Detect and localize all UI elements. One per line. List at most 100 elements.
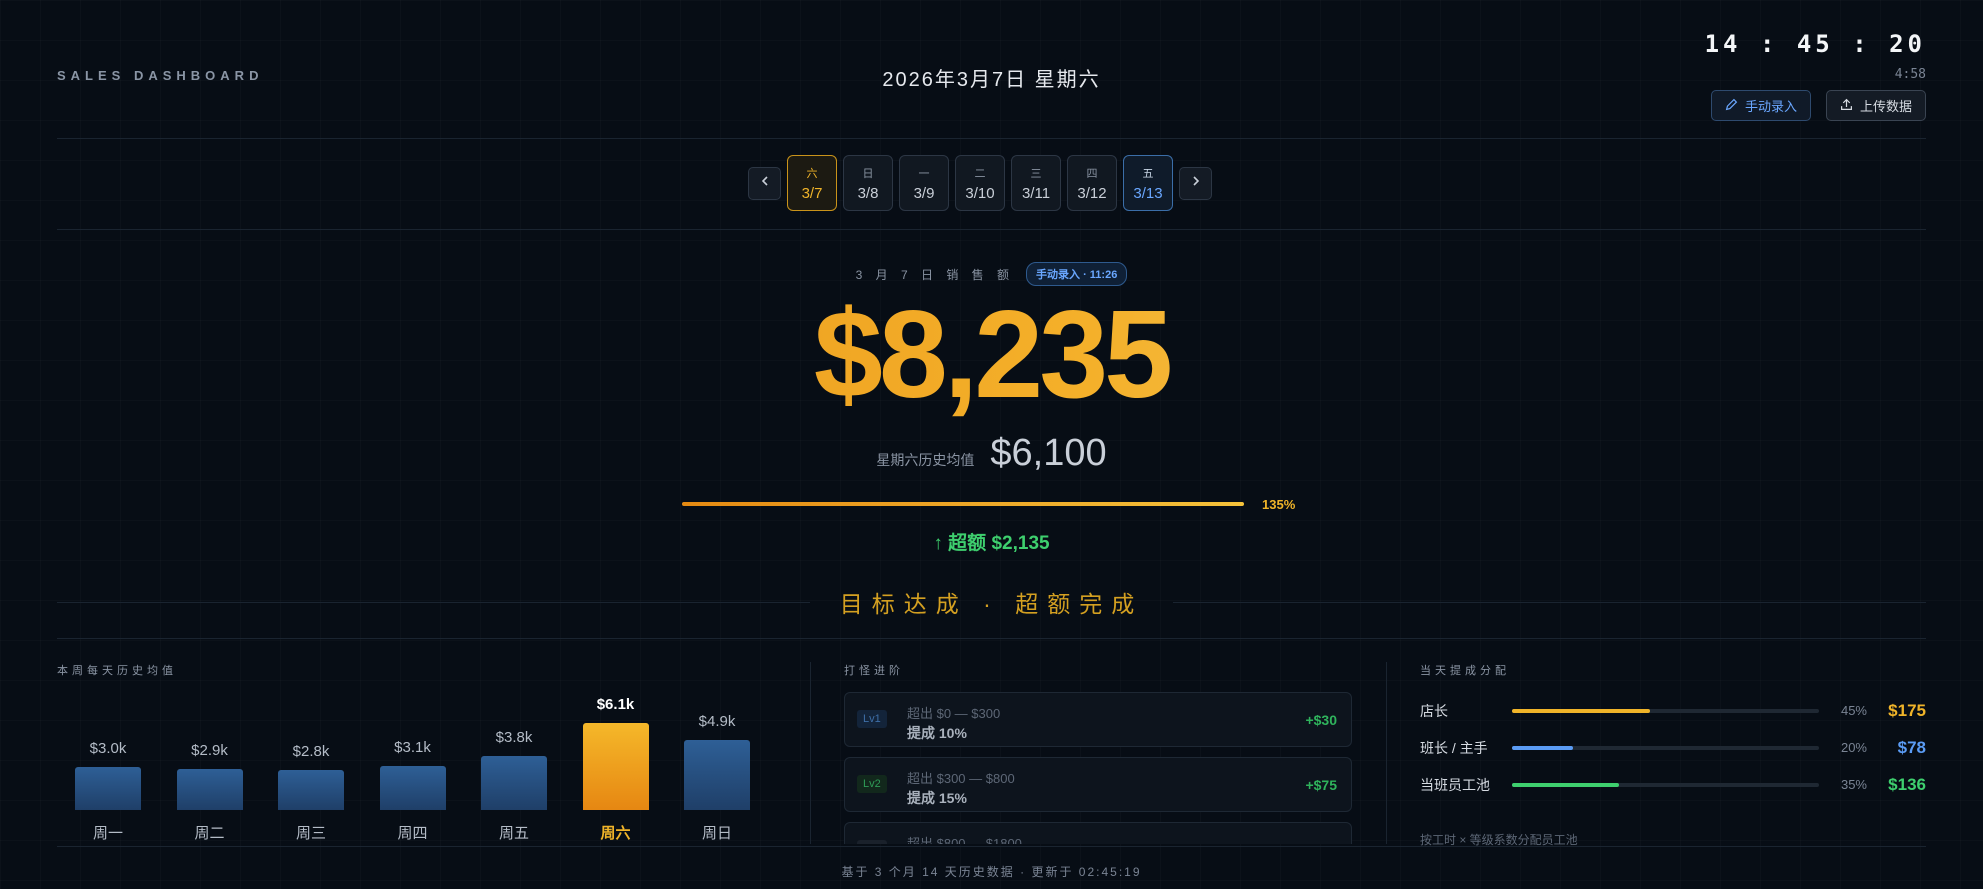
bar-value-label: $4.9k (698, 713, 736, 731)
sales-amount: $8,235 (0, 285, 1983, 425)
day-button[interactable]: 六 3/7 (787, 155, 837, 211)
prev-day-button[interactable] (748, 166, 781, 200)
day-date: 3/9 (913, 184, 935, 202)
allocation-bar (1512, 708, 1819, 713)
clock-sub: 4:58 (1894, 67, 1926, 82)
allocation-bar-fill (1512, 708, 1651, 713)
bar-day-label: 周六 (600, 825, 631, 842)
bar-value-label: $3.0k (89, 740, 127, 758)
day-button[interactable]: 三 3/11 (1011, 155, 1061, 211)
day-button[interactable]: 日 3/8 (843, 155, 893, 211)
clock: 14 : 45 : 20 (1704, 30, 1926, 58)
allocation-amount: $175 (1888, 700, 1926, 720)
bar-day-label: 周五 (498, 825, 529, 842)
target-progress-percent: 135% (1262, 497, 1296, 512)
allocation-percent: 20% (1840, 740, 1867, 755)
day-date: 3/8 (857, 184, 879, 202)
chevron-left-icon (759, 174, 771, 192)
bar (481, 755, 547, 810)
sales-label: 3 月 7 日 销 售 额 (855, 267, 1015, 282)
day-navigator: 六 3/7 日 3/8 一 3/9 二 3/10 三 3/11 四 3/12 五 3/13 (748, 155, 1212, 211)
bar-day-label: 周二 (194, 825, 225, 842)
bar-day-label: 周四 (397, 825, 428, 842)
tier-list: Lv1 超出 $0 — $300 提成 10% +$30 Lv2 超出 $300 — $8… (844, 692, 1352, 844)
allocation-list: 店长 45% $175 班长 / 主手 20% $78 当班员工池 35% $136 (1420, 692, 1926, 803)
day-button[interactable]: 二 3/10 (955, 155, 1005, 211)
day-date: 3/13 (1133, 184, 1163, 202)
bar-value-label: $3.8k (495, 728, 533, 746)
tier-bonus: +$75 (1305, 777, 1337, 793)
tiers-title: 打怪进阶 (844, 665, 904, 677)
day-list: 六 3/7 日 3/8 一 3/9 二 3/10 三 3/11 四 3/12 五 3/13 (787, 155, 1173, 211)
day-weekday: 三 (1030, 167, 1042, 180)
day-button[interactable]: 四 3/12 (1067, 155, 1117, 211)
weekly-average-chart: $3.0k 周一 $2.9k 周二 $2.8k 周三 $3.1k 周四 $3.8k 周五 $6.1k… (57, 690, 767, 850)
day-weekday: 一 (918, 167, 930, 180)
bar-value-label: $2.9k (191, 741, 228, 759)
bar-day-label: 周日 (701, 825, 732, 842)
bar-column: $4.9k 周日 (684, 713, 750, 843)
footer-status: 基于 3 个月 14 天历史数据 · 更新于 02:45:19 (841, 865, 1142, 879)
bar-value-label: $3.1k (394, 738, 431, 756)
goal-status-row: 目标达成 · 超额完成 (57, 585, 1927, 619)
day-weekday: 二 (974, 167, 986, 180)
bar (379, 765, 446, 810)
allocation-percent: 35% (1840, 777, 1867, 792)
pencil-icon (1725, 98, 1738, 114)
tier-range: 超出 $300 — $800 (907, 771, 1015, 786)
manual-entry-button[interactable]: 手动录入 (1710, 90, 1811, 121)
day-date: 3/7 (801, 184, 823, 202)
divider (57, 846, 1926, 847)
allocation-title: 当天提成分配 (1420, 665, 1510, 677)
allocation-bar-fill (1512, 745, 1574, 750)
bar-column: $2.8k 周三 (278, 743, 344, 843)
next-day-button[interactable] (1179, 166, 1212, 200)
day-weekday: 日 (862, 167, 874, 180)
bar (75, 767, 141, 810)
tier-level-badge: Lv1 (857, 710, 887, 728)
allocation-bar (1512, 782, 1819, 787)
date-title: 2026年3月7日 星期六 (882, 69, 1101, 91)
bar-column: $3.8k 周五 (481, 729, 547, 843)
day-button[interactable]: 一 3/9 (899, 155, 949, 211)
allocation-bar-fill (1512, 782, 1620, 787)
chevron-right-icon (1190, 174, 1202, 192)
divider (57, 601, 810, 603)
target-progress-fill (682, 502, 1244, 506)
tier-card: Lv1 超出 $0 — $300 提成 10% +$30 (844, 692, 1352, 747)
weekly-average-title: 本周每天历史均值 (57, 665, 177, 677)
bar-column: $3.0k 周一 (75, 740, 141, 843)
goal-status-text: 目标达成 · 超额完成 (839, 591, 1144, 617)
tier-rate: 提成 15% (907, 790, 967, 806)
bar-day-label: 周三 (295, 825, 326, 842)
divider (57, 138, 1926, 139)
tier-card: Lv3 超出 $800 — $1800 (844, 822, 1352, 844)
day-button[interactable]: 五 3/13 (1123, 155, 1173, 211)
allocation-row: 班长 / 主手 20% $78 (1420, 729, 1926, 766)
divider (1386, 662, 1387, 844)
upload-data-label: 上传数据 (1859, 99, 1912, 114)
bar-day-label: 周一 (92, 825, 123, 842)
bar-column: $6.1k 周六 (582, 696, 649, 843)
historical-average-label: 星期六历史均值 (876, 452, 975, 468)
allocation-amount: $78 (1897, 737, 1926, 757)
allocation-role: 当班员工池 (1420, 776, 1490, 793)
divider (810, 662, 811, 844)
tier-card: Lv2 超出 $300 — $800 提成 15% +$75 (844, 757, 1352, 812)
entry-source-badge: 手动录入 · 11:26 (1026, 262, 1128, 286)
upload-data-button[interactable]: 上传数据 (1825, 90, 1926, 121)
day-weekday: 六 (806, 167, 818, 180)
historical-average-row: 星期六历史均值 $6,100 (0, 432, 1983, 475)
tier-range: 超出 $800 — $1800 (907, 836, 1022, 844)
manual-entry-label: 手动录入 (1744, 99, 1797, 114)
sales-label-row: 3 月 7 日 销 售 额 手动录入 · 11:26 (0, 262, 1983, 286)
tier-level-badge: Lv2 (857, 775, 887, 793)
over-target-amount: ↑ 超额 $2,135 (933, 533, 1050, 554)
tier-range: 超出 $0 — $300 (907, 706, 1001, 721)
day-date: 3/12 (1077, 184, 1107, 202)
bar (278, 770, 344, 810)
bar-column: $2.9k 周二 (176, 741, 243, 843)
bar (684, 740, 750, 810)
divider (1173, 601, 1927, 603)
target-progress-bar (682, 502, 1244, 506)
